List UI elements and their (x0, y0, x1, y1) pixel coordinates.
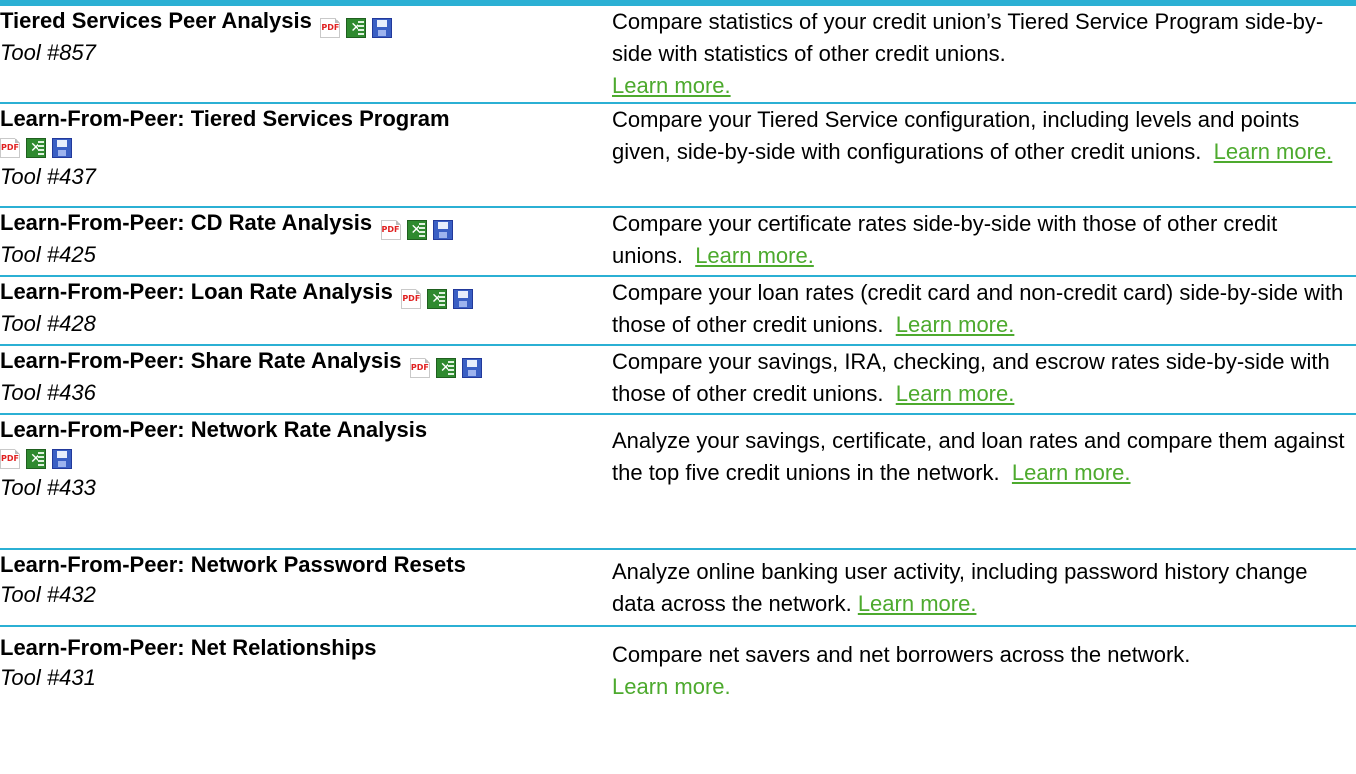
pdf-icon[interactable]: PDF (401, 289, 422, 309)
tool-description-cell: Compare net savers and net borrowers acr… (612, 626, 1356, 706)
tool-name-cell: Learn-From-Peer: Loan Rate Analysis PDF … (0, 276, 612, 346)
tool-number: Tool #428 (0, 311, 96, 336)
tool-description-cell: Compare your certificate rates side-by-s… (612, 207, 1356, 277)
learn-more-link[interactable]: Learn more. (612, 73, 731, 98)
save-icon[interactable] (372, 18, 393, 38)
tool-description-cell: Analyze online banking user activity, in… (612, 549, 1356, 627)
tool-description: Compare your Tiered Service configuratio… (612, 107, 1300, 164)
tool-description-cell: Compare your Tiered Service configuratio… (612, 103, 1356, 208)
learn-more-link[interactable]: Learn more. (896, 381, 1015, 406)
tool-description: Compare statistics of your credit union’… (612, 9, 1324, 66)
learn-more-link[interactable]: Learn more. (896, 312, 1015, 337)
save-icon[interactable] (453, 289, 474, 309)
save-icon[interactable] (432, 220, 453, 240)
table-row: Learn-From-Peer: Tiered Services Program… (0, 103, 1356, 208)
tool-description: Compare net savers and net borrowers acr… (612, 642, 1191, 667)
tool-title: Learn-From-Peer: CD Rate Analysis (0, 210, 373, 235)
tool-number: Tool #432 (0, 582, 96, 607)
excel-icon[interactable] (26, 138, 46, 158)
learn-more-link[interactable]: Learn more. (1012, 460, 1131, 485)
export-icons: PDF (320, 18, 393, 38)
pdf-icon[interactable]: PDF (380, 220, 401, 240)
pdf-icon[interactable]: PDF (409, 358, 430, 378)
tool-name-cell: Learn-From-Peer: Share Rate Analysis PDF… (0, 345, 612, 415)
tool-number: Tool #425 (0, 242, 96, 267)
table-row: Learn-From-Peer: CD Rate Analysis PDF To… (0, 207, 1356, 277)
tool-number: Tool #437 (0, 164, 96, 189)
tool-name-cell: Tiered Services Peer Analysis PDF Tool #… (0, 6, 612, 104)
excel-icon[interactable] (346, 18, 367, 38)
pdf-icon[interactable]: PDF (320, 18, 341, 38)
table-row: Learn-From-Peer: Network Password Resets… (0, 549, 1356, 627)
tool-name-cell: Learn-From-Peer: Tiered Services Program… (0, 103, 612, 208)
learn-more-link[interactable]: Learn more. (1214, 139, 1333, 164)
tools-table: Tiered Services Peer Analysis PDF Tool #… (0, 6, 1356, 706)
tool-title: Tiered Services Peer Analysis (0, 8, 312, 33)
tool-description-cell: Compare your loan rates (credit card and… (612, 276, 1356, 346)
export-icons: PDF (0, 134, 612, 162)
export-icons: PDF (401, 289, 474, 309)
tool-title: Learn-From-Peer: Net Relationships (0, 635, 377, 660)
export-icons: PDF (409, 358, 482, 378)
tool-number: Tool #436 (0, 380, 96, 405)
excel-icon[interactable] (26, 449, 46, 469)
tool-title: Learn-From-Peer: Tiered Services Program (0, 106, 450, 131)
tool-description: Analyze your savings, certificate, and l… (612, 428, 1345, 485)
save-icon[interactable] (52, 449, 72, 469)
tool-number: Tool #431 (0, 665, 96, 690)
tool-title: Learn-From-Peer: Network Password Resets (0, 552, 466, 577)
table-row: Learn-From-Peer: Loan Rate Analysis PDF … (0, 276, 1356, 346)
learn-more-link[interactable]: Learn more. (612, 674, 731, 699)
table-row: Learn-From-Peer: Net Relationships Tool … (0, 626, 1356, 706)
export-icons: PDF (0, 445, 612, 473)
tool-name-cell: Learn-From-Peer: CD Rate Analysis PDF To… (0, 207, 612, 277)
tool-description-cell: Compare your savings, IRA, checking, and… (612, 345, 1356, 415)
tool-name-cell: Learn-From-Peer: Network Password Resets… (0, 549, 612, 627)
learn-more-link[interactable]: Learn more. (858, 591, 977, 616)
table-row: Learn-From-Peer: Share Rate Analysis PDF… (0, 345, 1356, 415)
export-icons: PDF (380, 220, 453, 240)
learn-more-link[interactable]: Learn more. (695, 243, 814, 268)
pdf-icon[interactable]: PDF (0, 138, 20, 158)
tool-description-cell: Analyze your savings, certificate, and l… (612, 414, 1356, 550)
tool-number: Tool #857 (0, 40, 96, 65)
tool-title: Learn-From-Peer: Network Rate Analysis (0, 417, 428, 442)
save-icon[interactable] (461, 358, 482, 378)
save-icon[interactable] (52, 138, 72, 158)
tool-title: Learn-From-Peer: Loan Rate Analysis (0, 279, 393, 304)
excel-icon[interactable] (435, 358, 456, 378)
excel-icon[interactable] (427, 289, 448, 309)
tool-title: Learn-From-Peer: Share Rate Analysis (0, 348, 402, 373)
tool-number: Tool #433 (0, 475, 96, 500)
table-row: Learn-From-Peer: Network Rate Analysis P… (0, 414, 1356, 550)
excel-icon[interactable] (406, 220, 427, 240)
tool-name-cell: Learn-From-Peer: Net Relationships Tool … (0, 626, 612, 706)
tool-description-cell: Compare statistics of your credit union’… (612, 6, 1356, 104)
tool-name-cell: Learn-From-Peer: Network Rate Analysis P… (0, 414, 612, 550)
pdf-icon[interactable]: PDF (0, 449, 20, 469)
table-row: Tiered Services Peer Analysis PDF Tool #… (0, 6, 1356, 104)
